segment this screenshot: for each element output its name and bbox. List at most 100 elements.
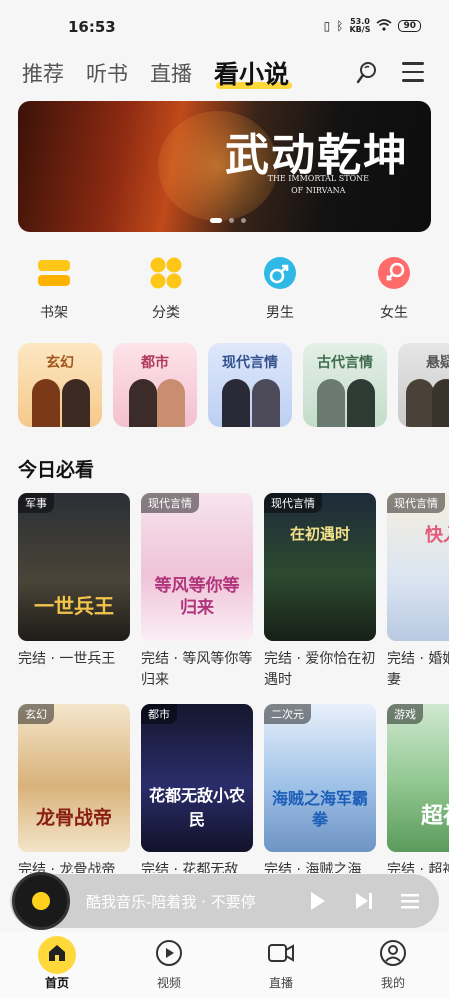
book-cover: 现代言情 在初遇时	[264, 493, 376, 641]
tab-recommend[interactable]: 推荐	[22, 58, 64, 88]
genre-card-suspense[interactable]: 悬疑	[398, 343, 449, 427]
cover-title: 快入	[425, 525, 449, 546]
playlist-icon[interactable]	[399, 890, 421, 912]
book-cover: 军事 一世兵王	[18, 493, 130, 641]
female-label: 女生	[380, 305, 408, 321]
book-grid: 军事 一世兵王 完结 · 一世兵王 现代言情 等风等你等归来 完结 · 等风等你…	[0, 493, 449, 873]
banner-subtitle-line2: OF NIRVANA	[291, 186, 346, 195]
book-card[interactable]: 游戏 超神 完结 · 超神	[387, 704, 449, 873]
book-tag: 玄幻	[18, 704, 54, 724]
book-tag: 都市	[141, 704, 177, 724]
live-icon	[266, 938, 296, 968]
female-icon	[377, 256, 411, 290]
book-card[interactable]: 现代言情 快入 完结 · 婚姻宠：甜妻	[387, 493, 449, 691]
bottom-nav: 首页 视频 直播 我的	[0, 932, 449, 998]
bookshelf-icon	[37, 256, 71, 290]
nav-video[interactable]: 视频	[139, 938, 199, 991]
book-tag: 二次元	[264, 704, 311, 724]
genre-label: 现代言情	[222, 355, 278, 371]
book-title: 完结 · 等风等你等归来	[141, 651, 253, 688]
cover-title: 海贼之海军霸拳	[271, 789, 368, 829]
genre-card-ancient-romance[interactable]: 古代言情	[303, 343, 387, 427]
book-tag: 游戏	[387, 704, 423, 724]
genre-card-dushi[interactable]: 都市	[113, 343, 197, 427]
nav-home[interactable]: 首页	[27, 936, 87, 991]
video-icon	[154, 938, 184, 968]
voice-search-icon[interactable]	[354, 60, 380, 86]
book-card[interactable]: 军事 一世兵王 完结 · 一世兵王	[18, 493, 130, 691]
cover-title: 龙骨战帝	[35, 807, 112, 829]
male-button[interactable]: 男生	[250, 256, 310, 322]
wifi-icon	[376, 18, 392, 34]
book-tag: 军事	[18, 493, 54, 513]
male-icon	[263, 256, 297, 290]
nav-live-label: 直播	[268, 976, 293, 990]
book-card[interactable]: 玄幻 龙骨战帝 完结 · 龙骨战帝	[18, 704, 130, 873]
genre-label: 悬疑	[426, 355, 449, 371]
profile-icon	[378, 938, 408, 968]
cover-title: 等风等你等归来	[154, 576, 240, 618]
status-time: 16:53	[68, 18, 116, 36]
net-speed-unit: KB/S	[349, 25, 371, 34]
category-button[interactable]: 分类	[136, 256, 196, 322]
genre-card-modern-romance[interactable]: 现代言情	[208, 343, 292, 427]
section-title: 今日必看	[18, 459, 95, 481]
book-cover: 游戏 超神	[387, 704, 449, 852]
book-title: 完结 · 龙骨战帝	[18, 862, 116, 873]
genre-card-xuanhuan[interactable]: 玄幻	[18, 343, 102, 427]
category-icon	[149, 256, 183, 290]
cover-title: 超神	[420, 803, 449, 829]
book-title: 完结 · 花都无敌	[141, 862, 239, 873]
book-cover: 现代言情 等风等你等归来	[141, 493, 253, 641]
tab-novel[interactable]: 看小说	[214, 55, 289, 91]
book-cover: 二次元 海贼之海军霸拳	[264, 704, 376, 852]
book-cover: 玄幻 龙骨战帝	[18, 704, 130, 852]
genre-label: 古代言情	[317, 355, 373, 371]
bookshelf-button[interactable]: 书架	[24, 256, 84, 322]
nav-video-label: 视频	[156, 976, 181, 990]
book-card[interactable]: 二次元 海贼之海军霸拳 完结 · 海贼之海	[264, 704, 376, 873]
album-disc-icon[interactable]	[12, 872, 70, 930]
bookshelf-label: 书架	[40, 305, 68, 321]
book-title: 完结 · 超神	[387, 862, 449, 873]
menu-icon[interactable]	[402, 62, 424, 82]
book-tag: 现代言情	[264, 493, 322, 513]
cover-title: 一世兵王	[34, 594, 114, 618]
status-icons: ▯ ᛒ 53.0 KB/S 90	[324, 18, 421, 34]
nav-home-label: 首页	[44, 976, 69, 990]
book-card[interactable]: 现代言情 在初遇时 完结 · 爱你恰在初遇时	[264, 493, 376, 691]
book-title: 完结 · 海贼之海	[264, 862, 362, 873]
book-card[interactable]: 现代言情 等风等你等归来 完结 · 等风等你等归来	[141, 493, 253, 691]
genre-label: 玄幻	[46, 355, 74, 371]
cover-title: 花都无敌小农民	[148, 786, 245, 829]
nav-profile[interactable]: 我的	[363, 938, 423, 991]
genre-label: 都市	[141, 355, 169, 371]
category-label: 分类	[152, 305, 180, 321]
net-speed: 53.0 KB/S	[349, 18, 370, 34]
nav-live[interactable]: 直播	[251, 938, 311, 991]
banner-subtitle-line1: THE IMMORTAL STONE	[267, 174, 369, 183]
next-icon[interactable]	[353, 890, 375, 912]
home-icon	[38, 936, 76, 974]
book-tag: 现代言情	[387, 493, 445, 513]
nav-profile-label: 我的	[380, 976, 405, 990]
play-icon[interactable]	[306, 890, 328, 912]
genre-row: 玄幻 都市 现代言情 古代言情 悬疑	[18, 343, 449, 427]
tab-live[interactable]: 直播	[150, 58, 192, 88]
cover-title: 在初遇时	[289, 525, 350, 543]
tab-audiobook[interactable]: 听书	[86, 58, 128, 88]
book-title: 完结 · 一世兵王	[18, 651, 116, 667]
vibrate-icon: ▯	[323, 19, 331, 33]
banner-subtitle: THE IMMORTAL STONE OF NIRVANA	[268, 173, 369, 197]
female-button[interactable]: 女生	[364, 256, 424, 322]
mini-player[interactable]: 酷我音乐-陪着我 · 不要停	[10, 872, 439, 930]
status-bar: 16:53 ▯ ᛒ 53.0 KB/S 90	[0, 0, 449, 48]
bluetooth-icon: ᛒ	[336, 19, 344, 33]
top-nav: 推荐 听书 直播 看小说	[0, 52, 449, 94]
quick-actions: 书架 分类 男生 女生	[0, 256, 449, 326]
book-cover: 都市 花都无敌小农民	[141, 704, 253, 852]
battery-indicator: 90	[398, 20, 421, 32]
promo-banner[interactable]: 武动乾坤 THE IMMORTAL STONE OF NIRVANA	[18, 101, 431, 232]
book-card[interactable]: 都市 花都无敌小农民 完结 · 花都无敌	[141, 704, 253, 873]
book-title: 完结 · 婚姻宠：甜妻	[387, 651, 449, 688]
